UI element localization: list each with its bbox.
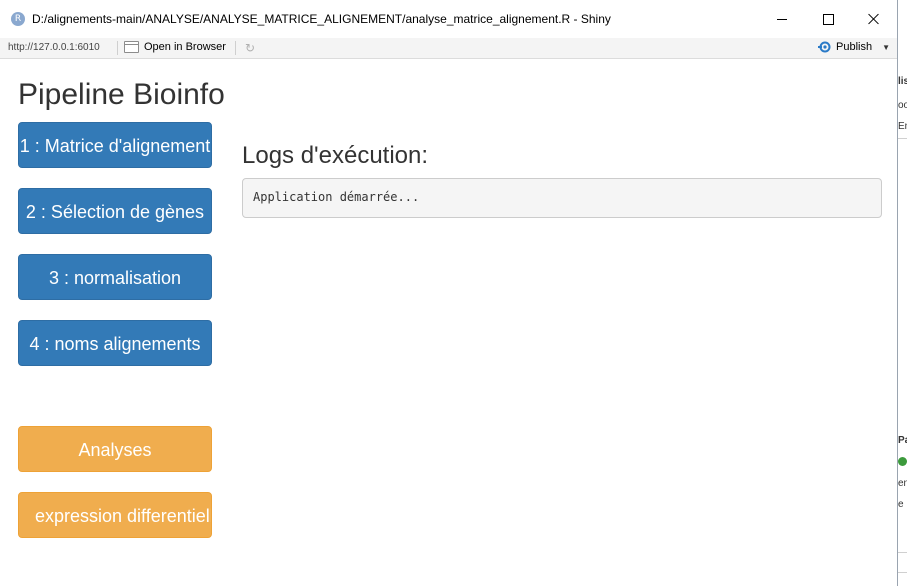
matrice-alignement-button[interactable]: 1 : Matrice d'alignement	[18, 122, 212, 168]
log-output: Application démarrée...	[242, 178, 882, 218]
refresh-icon[interactable]: ↻	[243, 41, 257, 55]
close-button[interactable]	[851, 0, 897, 38]
browser-window-icon	[124, 41, 139, 53]
shiny-window: R D:/alignements-main/ANALYSE/ANALYSE_MA…	[0, 0, 898, 586]
logs-heading: Logs d'exécution:	[242, 142, 429, 169]
background-text: En	[898, 121, 907, 132]
divider	[898, 552, 907, 553]
toolbar-divider	[117, 41, 118, 55]
expression-differentielle-button[interactable]: expression differentielle	[18, 492, 212, 538]
close-icon	[868, 13, 880, 25]
open-in-browser-button[interactable]: Open in Browser	[124, 41, 226, 53]
publish-button[interactable]: Publish ▼	[818, 41, 890, 53]
divider	[898, 572, 907, 573]
normalisation-button[interactable]: 3 : normalisation	[18, 254, 212, 300]
window-title: D:/alignements-main/ANALYSE/ANALYSE_MATR…	[32, 12, 611, 26]
publish-label: Publish	[836, 41, 873, 53]
minimize-button[interactable]	[759, 0, 805, 38]
background-text: Pa	[898, 435, 907, 446]
noms-alignements-button[interactable]: 4 : noms alignements	[18, 320, 212, 366]
selection-genes-button[interactable]: 2 : Sélection de gènes	[18, 188, 212, 234]
title-bar[interactable]: R D:/alignements-main/ANALYSE/ANALYSE_MA…	[0, 0, 897, 38]
r-app-icon: R	[11, 12, 25, 26]
toolbar-divider	[235, 41, 236, 55]
background-text: en	[898, 478, 907, 489]
url-display: http://127.0.0.1:6010	[8, 42, 100, 53]
viewer-toolbar: http://127.0.0.1:6010 Open in Browser ↻ …	[0, 38, 897, 59]
open-in-browser-label: Open in Browser	[144, 41, 226, 53]
background-ide-panel: lis oo En Pa en e	[898, 0, 907, 586]
divider	[898, 138, 907, 139]
minimize-icon	[777, 18, 787, 20]
chevron-down-icon[interactable]: ▼	[882, 43, 890, 52]
add-icon	[898, 457, 907, 466]
analyses-button[interactable]: Analyses	[18, 426, 212, 472]
publish-icon	[818, 41, 832, 53]
maximize-icon	[822, 13, 834, 25]
page-title: Pipeline Bioinfo	[18, 78, 225, 111]
background-text: oo	[898, 100, 907, 111]
app-content: Pipeline Bioinfo 1 : Matrice d'alignemen…	[0, 59, 897, 586]
maximize-button[interactable]	[805, 0, 851, 38]
background-text: lis	[898, 76, 907, 87]
background-text: e	[898, 499, 904, 510]
